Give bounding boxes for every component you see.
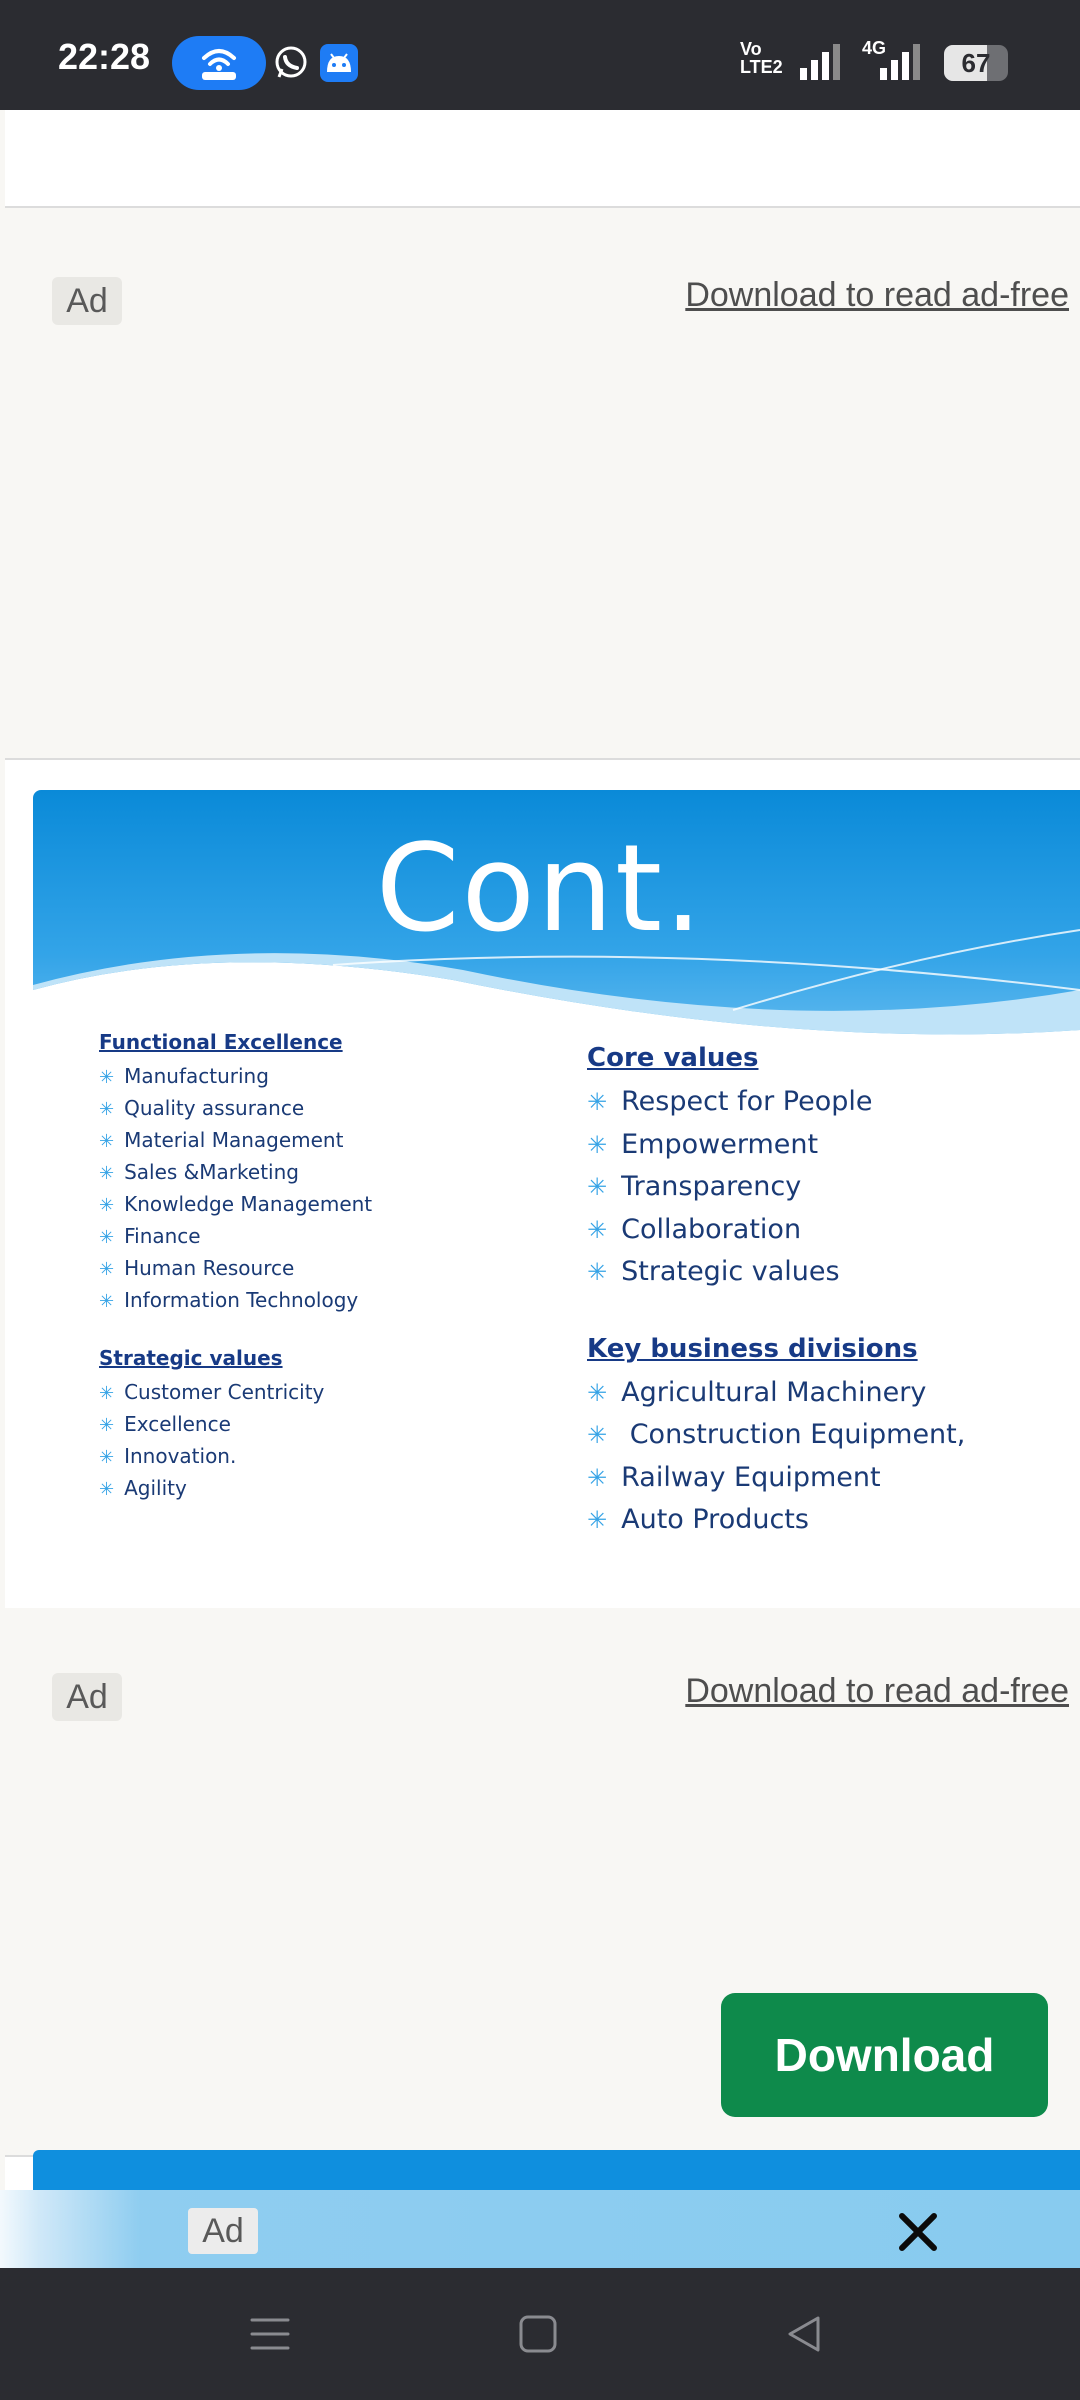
list-item-label: Agricultural Machinery — [621, 1376, 927, 1408]
functional-list: ✳ Manufacturing ✳ Quality assurance ✳ Mater… — [99, 1060, 372, 1316]
list-item: ✳ Material Management — [99, 1124, 372, 1156]
list-item-label: Human Resource — [124, 1256, 295, 1280]
list-item: ✳ Agility — [99, 1472, 372, 1504]
previous-page — [5, 110, 1080, 208]
bullet-icon: ✳ — [587, 1215, 608, 1244]
list-item: ✳ Innovation. — [99, 1440, 372, 1472]
signal-icon — [800, 44, 840, 80]
bullet-icon: ✳ — [99, 1163, 115, 1184]
ad-badge: Ad — [52, 277, 122, 325]
list-item-label: Customer Centricity — [124, 1380, 325, 1404]
android-icon — [320, 44, 358, 82]
list-item-label: Finance — [124, 1224, 201, 1248]
list-item: ✳ Transparency — [587, 1166, 965, 1209]
hotspot-icon[interactable] — [172, 36, 266, 90]
list-item-label: Railway Equipment — [621, 1461, 881, 1493]
bullet-icon: ✳ — [587, 1258, 608, 1286]
list-item-label: Information Technology — [124, 1288, 359, 1312]
bullet-icon: ✳ — [99, 1131, 115, 1152]
close-icon[interactable] — [896, 2210, 940, 2254]
bullet-icon: ✳ — [99, 1415, 115, 1436]
volte-label: Vo LTE2 — [740, 39, 783, 77]
bullet-icon: ✳ — [99, 1227, 115, 1248]
bullet-icon: ✳ — [99, 1447, 115, 1468]
list-item-label: Manufacturing — [124, 1064, 269, 1088]
list-item: ✳ Auto Products — [587, 1499, 965, 1542]
bullet-icon: ✳ — [99, 1291, 115, 1312]
ad-badge: Ad — [52, 1673, 122, 1721]
key-business-divisions-heading: Key business divisions — [587, 1333, 918, 1364]
bullet-icon: ✳ — [99, 1383, 115, 1404]
list-item-label: Excellence — [124, 1412, 231, 1436]
menu-icon[interactable] — [250, 2314, 290, 2354]
ad-block: Ad Download to read ad-free — [5, 208, 1080, 756]
bullet-icon: ✳ — [99, 1195, 115, 1216]
next-slide-header — [33, 2150, 1080, 2190]
bullet-icon: ✳ — [587, 1506, 608, 1534]
list-item-label: Auto Products — [621, 1504, 809, 1535]
functional-excellence-heading: Functional Excellence — [99, 1030, 343, 1054]
list-item: ✳ Knowledge Management — [99, 1188, 372, 1220]
list-item: ✳ Finance — [99, 1220, 372, 1252]
ad-badge: Ad — [188, 2208, 258, 2254]
download-ad-free-link[interactable]: Download to read ad-free — [685, 276, 1069, 315]
list-item: ✳ Respect for People — [587, 1081, 965, 1124]
bullet-icon: ✳ — [587, 1463, 608, 1492]
list-item: ✳ Customer Centricity — [99, 1376, 372, 1408]
list-item-label: Construction Equipment, — [621, 1419, 966, 1450]
list-item: ✳ Quality assurance — [99, 1092, 372, 1124]
download-ad-free-link[interactable]: Download to read ad-free — [685, 1672, 1069, 1711]
list-item-label: Agility — [124, 1476, 187, 1500]
list-item-label: Strategic values — [621, 1256, 840, 1287]
list-item-label: Transparency — [621, 1171, 802, 1202]
download-button[interactable]: Download — [721, 1993, 1048, 2117]
divisions-list: ✳ Agricultural Machinery ✳ Construction E… — [587, 1372, 965, 1542]
core-values-list: ✳ Respect for People ✳ Empowerment ✳ Transp… — [587, 1081, 965, 1294]
whatsapp-icon — [275, 46, 307, 78]
list-item: ✳ Railway Equipment — [587, 1457, 965, 1500]
strategic-list: ✳ Customer Centricity ✳ Excellence ✳ Innova… — [99, 1376, 372, 1504]
bullet-icon: ✳ — [99, 1259, 115, 1280]
list-item-label: Respect for People — [621, 1086, 873, 1117]
list-item: ✳ Human Resource — [99, 1252, 372, 1284]
list-item: ✳ Excellence — [99, 1408, 372, 1440]
list-item: ✳ Sales &Marketing — [99, 1156, 372, 1188]
bullet-icon: ✳ — [99, 1479, 115, 1500]
list-item: ✳ Information Technology — [99, 1284, 372, 1316]
status-bar: 22:28 Vo LTE2 4G 67 — [0, 0, 1080, 110]
signal-icon — [880, 44, 920, 80]
list-item-label: Knowledge Management — [124, 1192, 373, 1216]
list-item-label: Sales &Marketing — [124, 1160, 299, 1184]
bullet-icon: ✳ — [587, 1088, 608, 1116]
status-time: 22:28 — [58, 36, 151, 77]
bottom-ad-banner[interactable]: Ad — [0, 2190, 1080, 2268]
list-item: ✳ Empowerment — [587, 1124, 965, 1167]
list-item: ✳ Construction Equipment, — [587, 1414, 965, 1457]
list-item: ✳ Agricultural Machinery — [587, 1372, 965, 1415]
list-item-label: Quality assurance — [124, 1096, 305, 1120]
slide-right-column: Core values ✳ Respect for People ✳ Empower… — [587, 1043, 965, 1542]
bullet-icon: ✳ — [587, 1173, 608, 1201]
slide-title: Cont. — [375, 820, 705, 959]
list-item: ✳ Strategic values — [587, 1251, 965, 1294]
back-icon[interactable] — [784, 2314, 824, 2354]
bullet-icon: ✳ — [99, 1099, 115, 1120]
bullet-icon: ✳ — [587, 1130, 608, 1159]
home-icon[interactable] — [518, 2314, 558, 2354]
list-item-label: Empowerment — [621, 1128, 819, 1160]
system-nav-bar — [0, 2268, 1080, 2400]
slide-left-column: Functional Excellence ✳ Manufacturing ✳ Qu… — [99, 1030, 372, 1504]
bullet-icon: ✳ — [587, 1378, 608, 1407]
strategic-values-heading: Strategic values — [99, 1346, 283, 1370]
list-item-label: Collaboration — [621, 1213, 802, 1245]
list-item-label: Material Management — [124, 1128, 344, 1152]
bullet-icon: ✳ — [587, 1421, 608, 1449]
battery-level: 67 — [961, 48, 991, 78]
bullet-icon: ✳ — [99, 1067, 115, 1088]
battery-icon: 67 — [944, 45, 1008, 81]
list-item: ✳ Collaboration — [587, 1209, 965, 1252]
list-item: ✳ Manufacturing — [99, 1060, 372, 1092]
core-values-heading: Core values — [587, 1043, 759, 1073]
list-item-label: Innovation. — [124, 1444, 237, 1468]
